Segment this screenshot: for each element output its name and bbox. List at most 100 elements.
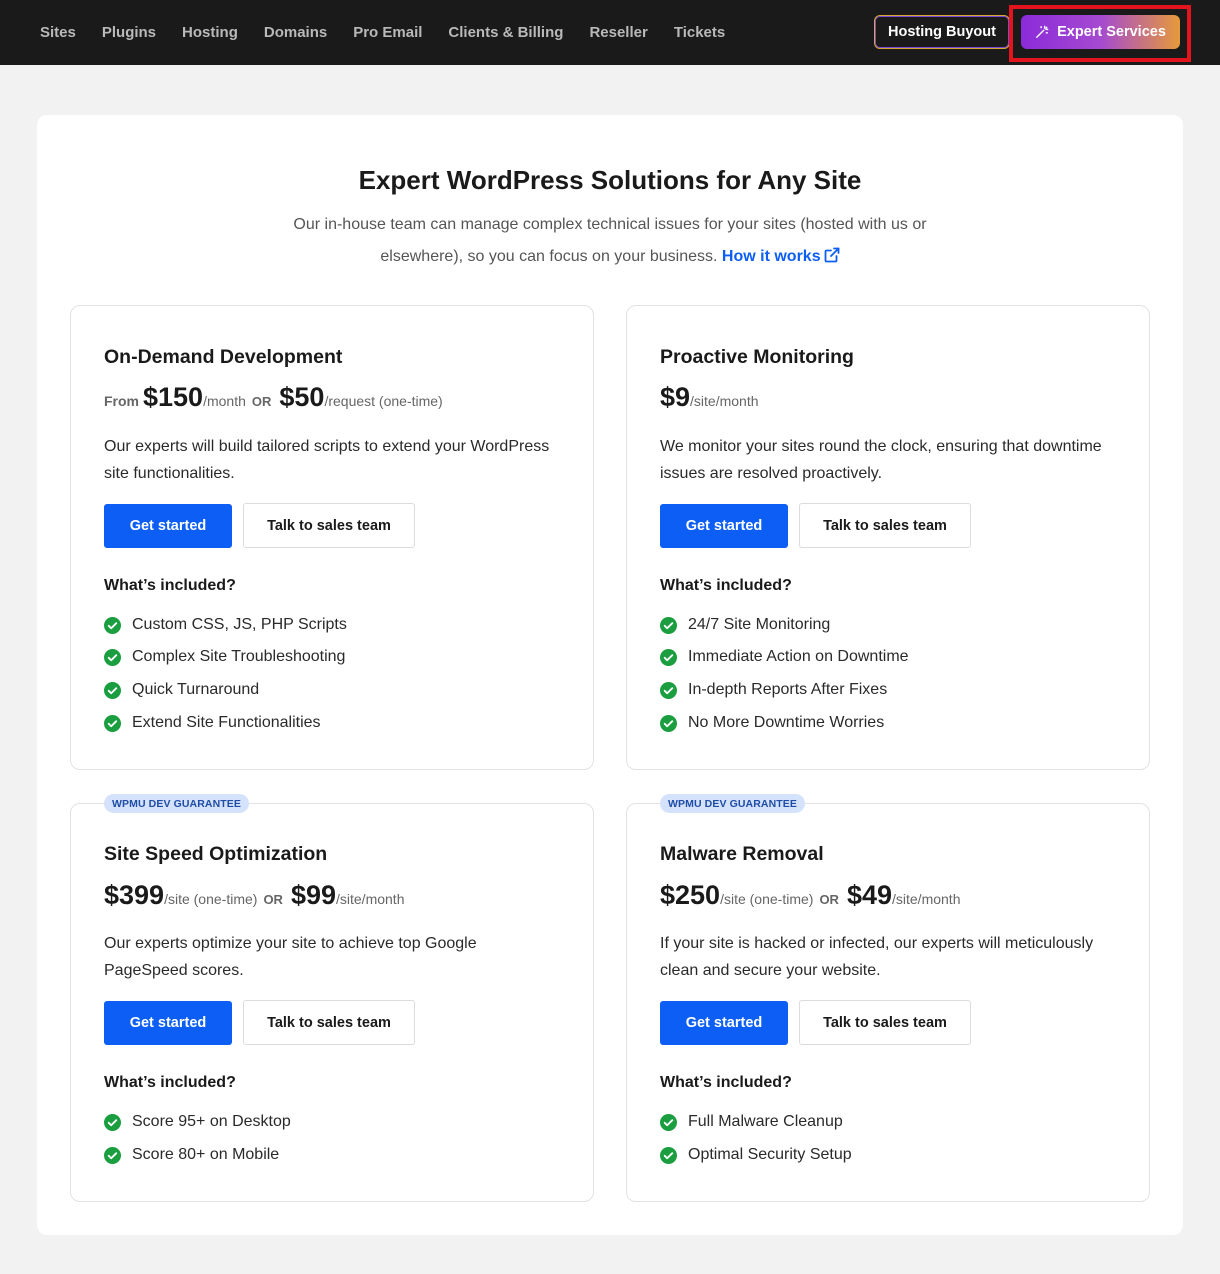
card-site-speed-optimization: WPMU DEV GUARANTEE Site Speed Optimizati… [70, 794, 594, 1202]
card-description: Our experts will build tailored scripts … [104, 438, 550, 482]
feature-item: Immediate Action on Downtime [660, 648, 909, 666]
price-amount: $50 [279, 382, 325, 412]
price-unit: /site (one-time) [720, 891, 814, 907]
top-navigation-bar: Sites Plugins Hosting Domains Pro Email … [0, 0, 1220, 65]
nav-tickets[interactable]: Tickets [674, 24, 725, 41]
price-from: From [104, 393, 139, 409]
external-link-icon [824, 247, 840, 263]
check-circle-icon [660, 648, 677, 666]
feature-item: No More Downtime Worries [660, 714, 884, 732]
nav-domains[interactable]: Domains [264, 24, 327, 41]
nav-pro-email[interactable]: Pro Email [353, 24, 422, 41]
feature-item: Custom CSS, JS, PHP Scripts [104, 616, 347, 634]
feature-item: Complex Site Troubleshooting [104, 648, 345, 666]
price-amount: $399 [104, 880, 165, 910]
feature-label: Complex Site Troubleshooting [132, 648, 346, 665]
main-nav: Sites Plugins Hosting Domains Pro Email … [40, 0, 751, 65]
expert-services-button[interactable]: Expert Services [1021, 15, 1180, 49]
nav-plugins[interactable]: Plugins [102, 24, 156, 41]
price-amount: $49 [846, 880, 892, 910]
feature-item: Extend Site Functionalities [104, 714, 321, 732]
price-amount: $9 [660, 382, 691, 412]
price-amount: $99 [290, 880, 336, 910]
get-started-button[interactable]: Get started [660, 504, 788, 548]
card-description: If your site is hacked or infected, our … [660, 935, 1094, 979]
talk-to-sales-button[interactable]: Talk to sales team [799, 1000, 971, 1045]
price-unit: /site/month [892, 891, 961, 907]
price-amount: $250 [660, 880, 721, 910]
card-price: $399/site (one-time) OR $99/site/month [104, 880, 404, 911]
page-title: Expert WordPress Solutions for Any Site [358, 165, 862, 195]
check-circle-icon [104, 714, 121, 732]
expert-services-panel: Expert WordPress Solutions for Any Site … [37, 115, 1183, 1235]
feature-label: Custom CSS, JS, PHP Scripts [132, 616, 347, 633]
price-or: OR [251, 394, 272, 409]
price-or: OR [263, 892, 283, 907]
nav-reseller[interactable]: Reseller [589, 24, 647, 41]
page-subtitle: Our in-house team can manage complex tec… [287, 209, 933, 273]
feature-item: In-depth Reports After Fixes [660, 681, 887, 699]
card-title: On-Demand Development [104, 346, 343, 368]
nav-hosting[interactable]: Hosting [182, 24, 238, 41]
talk-to-sales-button[interactable]: Talk to sales team [243, 503, 415, 548]
hosting-buyout-button[interactable]: Hosting Buyout [874, 15, 1010, 49]
price-or: OR [819, 892, 839, 907]
get-started-button[interactable]: Get started [660, 1001, 788, 1045]
feature-label: In-depth Reports After Fixes [688, 681, 888, 698]
card-title: Site Speed Optimization [104, 843, 328, 865]
whats-included-heading: What’s included? [104, 577, 236, 594]
price-unit: /site (one-time) [164, 891, 258, 907]
feature-label: 24/7 Site Monitoring [688, 616, 831, 633]
get-started-button[interactable]: Get started [104, 504, 232, 548]
guarantee-badge: WPMU DEV GUARANTEE [660, 794, 805, 813]
feature-item: Full Malware Cleanup [660, 1113, 843, 1131]
price-unit: /site/month [336, 891, 405, 907]
guarantee-badge: WPMU DEV GUARANTEE [104, 794, 249, 813]
card-title: Proactive Monitoring [660, 346, 854, 368]
price-unit: /request (one-time) [324, 393, 443, 409]
check-circle-icon [660, 616, 677, 634]
whats-included-heading: What’s included? [104, 1074, 236, 1091]
card-price: From $150/month OR $50/request (one-time) [104, 382, 443, 413]
nav-sites[interactable]: Sites [40, 24, 76, 41]
feature-item: Score 95+ on Desktop [104, 1113, 291, 1131]
check-circle-icon [660, 1113, 677, 1131]
check-circle-icon [104, 681, 121, 699]
price-unit: /month [203, 393, 246, 409]
feature-item: 24/7 Site Monitoring [660, 616, 830, 634]
feature-label: Quick Turnaround [132, 681, 260, 698]
how-it-works-label: How it works [721, 248, 821, 265]
nav-clients-billing[interactable]: Clients & Billing [448, 24, 563, 41]
card-price: $9/site/month [660, 382, 759, 413]
feature-label: Optimal Security Setup [688, 1146, 852, 1163]
feature-label: Full Malware Cleanup [688, 1113, 843, 1130]
talk-to-sales-button[interactable]: Talk to sales team [243, 1000, 415, 1045]
how-it-works-link[interactable]: How it works [721, 247, 840, 265]
feature-item: Score 80+ on Mobile [104, 1146, 279, 1164]
feature-label: Score 95+ on Desktop [132, 1113, 291, 1130]
feature-item: Quick Turnaround [104, 681, 259, 699]
feature-item: Optimal Security Setup [660, 1146, 852, 1164]
card-proactive-monitoring: Proactive Monitoring $9/site/month We mo… [626, 305, 1150, 770]
magic-wand-icon [1036, 25, 1049, 38]
feature-label: Score 80+ on Mobile [132, 1146, 280, 1163]
card-malware-removal: WPMU DEV GUARANTEE Malware Removal $250/… [626, 794, 1150, 1202]
card-description: We monitor your sites round the clock, e… [660, 438, 1102, 482]
check-circle-icon [660, 1146, 677, 1164]
whats-included-heading: What’s included? [660, 577, 792, 594]
feature-label: No More Downtime Worries [688, 714, 885, 731]
check-circle-icon [104, 1113, 121, 1131]
card-title: Malware Removal [660, 843, 824, 865]
check-circle-icon [104, 1146, 121, 1164]
get-started-button[interactable]: Get started [104, 1001, 232, 1045]
whats-included-heading: What’s included? [660, 1074, 792, 1091]
card-price: $250/site (one-time) OR $49/site/month [660, 880, 960, 911]
card-on-demand-development: On-Demand Development From $150/month OR $5… [70, 305, 594, 770]
check-circle-icon [104, 648, 121, 666]
expert-services-label: Expert Services [1057, 24, 1166, 40]
check-circle-icon [104, 616, 121, 634]
check-circle-icon [660, 681, 677, 699]
talk-to-sales-button[interactable]: Talk to sales team [799, 503, 971, 548]
feature-label: Extend Site Functionalities [132, 714, 321, 731]
feature-label: Immediate Action on Downtime [688, 648, 909, 665]
